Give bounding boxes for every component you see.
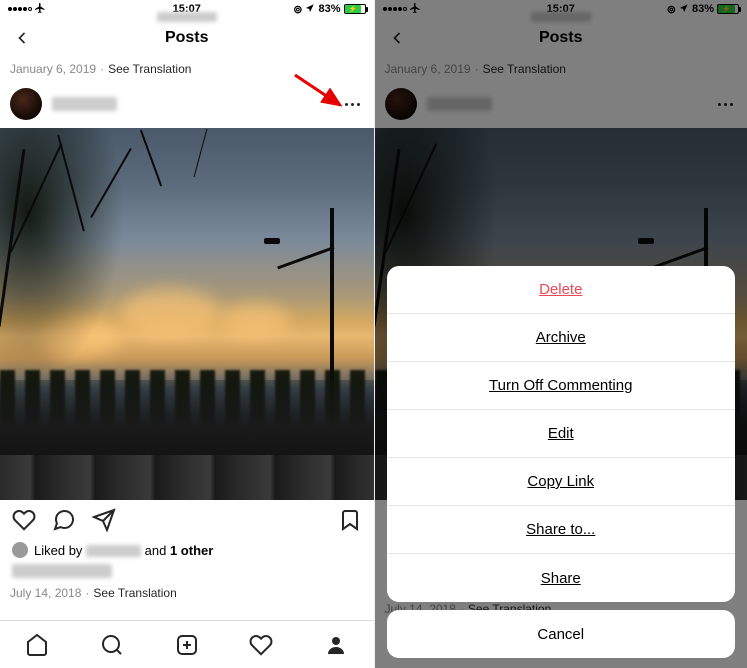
- battery-percent: 83%: [318, 3, 340, 15]
- cancel-button[interactable]: Cancel: [387, 610, 736, 658]
- search-tab[interactable]: [100, 633, 124, 657]
- location-icon: [305, 3, 315, 16]
- caption-row: [0, 560, 374, 582]
- bottom-nav: [0, 620, 374, 668]
- airplane-icon: [34, 2, 46, 17]
- action-sheet: Delete Archive Turn Off Commenting Edit …: [387, 266, 736, 658]
- comment-button[interactable]: [52, 508, 76, 532]
- archive-option[interactable]: Archive: [387, 314, 736, 362]
- share-to-option[interactable]: Share to...: [387, 506, 736, 554]
- avatar[interactable]: [10, 88, 42, 120]
- post-date-row-bottom: July 14, 2018 · See Translation: [0, 582, 374, 604]
- see-translation-link[interactable]: See Translation: [108, 62, 191, 76]
- liker-avatar: [12, 542, 28, 558]
- username-blur[interactable]: [52, 97, 117, 111]
- signal-dots-icon: [8, 7, 32, 11]
- username-blur: [157, 12, 217, 22]
- edit-option[interactable]: Edit: [387, 410, 736, 458]
- likes-row[interactable]: Liked by and 1 other: [0, 540, 374, 560]
- liker-name-blur: [86, 545, 141, 557]
- more-options-button[interactable]: [341, 99, 364, 110]
- screen-left: 15:07 ⊚ 83% ⚡ Posts January 6, 2019 · Se…: [0, 0, 374, 668]
- page-title: Posts: [165, 29, 209, 47]
- post-date: January 6, 2019: [10, 62, 96, 76]
- like-button[interactable]: [12, 508, 36, 532]
- post-actions: [0, 500, 374, 540]
- new-post-tab[interactable]: [175, 633, 199, 657]
- activity-tab[interactable]: [249, 633, 273, 657]
- home-tab[interactable]: [25, 633, 49, 657]
- share-option[interactable]: Share: [387, 554, 736, 602]
- share-button[interactable]: [92, 508, 116, 532]
- post-author-row: [0, 80, 374, 128]
- post-image[interactable]: [0, 128, 374, 500]
- others-count: 1 other: [170, 543, 213, 558]
- see-translation-link[interactable]: See Translation: [93, 586, 176, 600]
- orientation-lock-icon: ⊚: [293, 3, 302, 16]
- caption-blur: [12, 564, 112, 578]
- profile-tab[interactable]: [324, 633, 348, 657]
- post-date: July 14, 2018: [10, 586, 81, 600]
- post-date-row: January 6, 2019 · See Translation: [0, 58, 374, 80]
- copy-link-option[interactable]: Copy Link: [387, 458, 736, 506]
- turn-off-commenting-option[interactable]: Turn Off Commenting: [387, 362, 736, 410]
- battery-icon: ⚡: [344, 4, 366, 14]
- delete-option[interactable]: Delete: [387, 266, 736, 314]
- nav-header: Posts: [0, 18, 374, 58]
- screen-right: 15:07 ⊚ 83% ⚡ Posts January 6, 2019 · Se…: [374, 0, 747, 668]
- back-button[interactable]: [10, 26, 34, 50]
- bookmark-button[interactable]: [338, 508, 362, 532]
